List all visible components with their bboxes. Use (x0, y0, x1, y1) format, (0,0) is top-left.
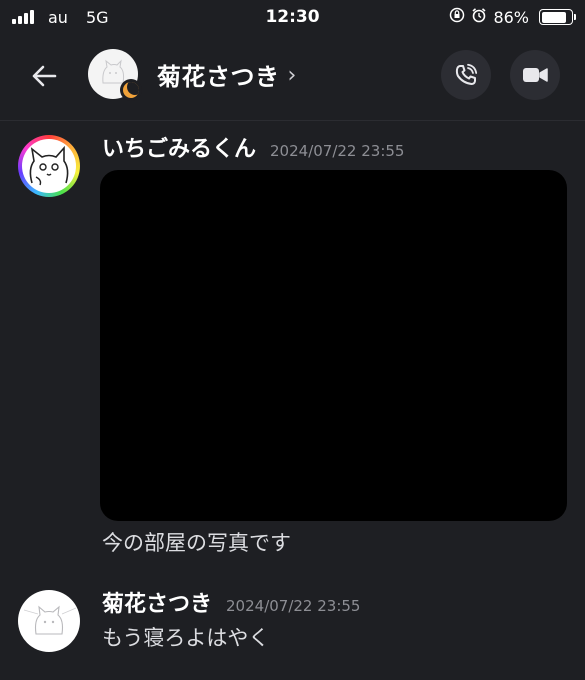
cat-drawing-icon (23, 605, 77, 635)
status-badge (120, 79, 142, 101)
photo-attachment[interactable] (100, 170, 567, 521)
message-timestamp: 2024/07/22 23:55 (226, 597, 361, 615)
avatar-image (22, 139, 76, 193)
video-call-button[interactable] (510, 50, 560, 100)
author-name[interactable]: 菊花さつき (102, 586, 212, 618)
signal-strength-icon (12, 10, 34, 24)
voice-call-button[interactable] (441, 50, 491, 100)
message-text: 今の部屋の写真です (102, 531, 291, 555)
header-divider (0, 120, 585, 121)
cat-drawing-icon (29, 145, 69, 186)
status-bar: au 5G 12:30 86% (0, 0, 585, 34)
carrier-label: au (48, 7, 68, 27)
orientation-lock-icon (449, 7, 465, 27)
network-type-label: 5G (85, 7, 109, 27)
arrow-left-icon (32, 65, 57, 87)
contact-name: 菊花さつき (157, 63, 280, 91)
message-text: もう寝ろよはやく (102, 626, 270, 650)
status-right: 86% (449, 7, 576, 27)
contact-title-button[interactable]: 菊花さつき › (157, 57, 296, 92)
message-timestamp: 2024/07/22 23:55 (270, 142, 405, 160)
moon-icon (123, 82, 139, 98)
alarm-icon (471, 7, 487, 27)
chat-header: 菊花さつき › (0, 44, 585, 106)
battery-percent: 86% (493, 7, 529, 27)
battery-icon (539, 9, 576, 25)
video-camera-icon (523, 68, 548, 82)
contact-avatar[interactable] (88, 49, 142, 101)
chevron-right-icon: › (287, 63, 297, 88)
author-avatar[interactable] (18, 135, 80, 197)
phone-icon (455, 63, 478, 85)
status-left: au 5G (12, 8, 109, 27)
back-button[interactable] (24, 56, 64, 96)
battery-level (541, 11, 567, 23)
author-avatar[interactable] (18, 590, 80, 652)
message-header: いちごみるくん 2024/07/22 23:55 (102, 131, 404, 163)
author-name[interactable]: いちごみるくん (102, 131, 256, 163)
message-header: 菊花さつき 2024/07/22 23:55 (102, 586, 360, 618)
